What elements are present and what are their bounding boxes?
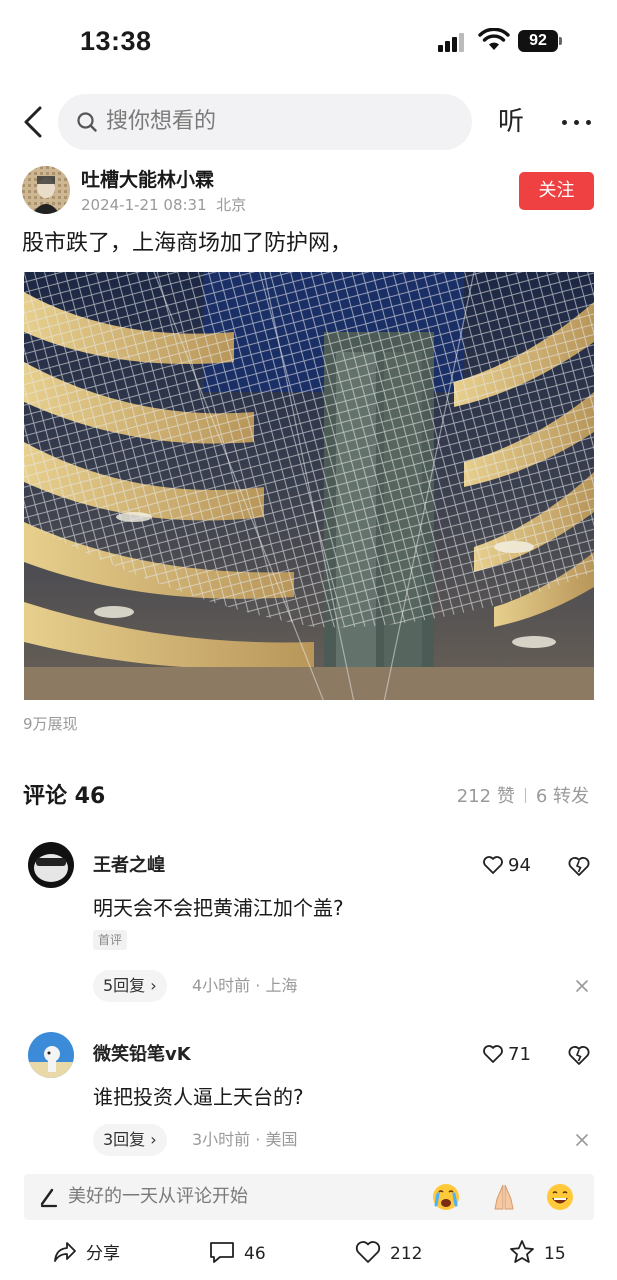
post-image[interactable] <box>24 272 594 700</box>
search-icon <box>77 112 97 132</box>
comment-username[interactable]: 王者之崲 <box>93 854 165 878</box>
post-meta: 2024-1-21 08:31 北京 <box>81 195 246 215</box>
comment-text: 谁把投资人逼上天台的? <box>93 1085 304 1109</box>
comment-meta: 3小时前 · 美国 <box>192 1130 298 1149</box>
pen-icon <box>40 1188 58 1208</box>
comments-title: 评论 46 <box>23 784 106 809</box>
post-date: 2024-1-21 08:31 <box>81 196 207 214</box>
crying-emoji-icon[interactable] <box>430 1181 462 1213</box>
more-icon[interactable] <box>560 112 594 132</box>
broken-heart-icon[interactable] <box>567 854 591 878</box>
comment-username[interactable]: 微笑铅笔vK <box>93 1043 191 1067</box>
favorite-button[interactable]: 15 <box>508 1238 566 1272</box>
post-location: 北京 <box>216 196 247 214</box>
post-text: 股市跌了，上海商场加了防护网， <box>22 231 353 256</box>
heart-icon <box>483 856 503 874</box>
comment-meta: 4小时前 · 上海 <box>192 976 298 995</box>
shares-summary[interactable]: 6 转发 <box>536 786 589 807</box>
signal-icon <box>438 32 468 52</box>
share-label: 分享 <box>86 1244 120 1264</box>
broken-heart-icon[interactable] <box>567 1043 591 1067</box>
laughing-emoji-icon[interactable] <box>544 1181 576 1213</box>
comments-stats: 212 赞 6 转发 <box>457 785 589 809</box>
back-icon[interactable] <box>20 104 50 140</box>
author-avatar[interactable] <box>22 166 70 214</box>
stats-divider <box>524 788 526 803</box>
battery-level: 92 <box>518 30 558 52</box>
praying-hands-icon[interactable] <box>488 1181 520 1213</box>
comment-count: 46 <box>244 1244 266 1264</box>
close-icon[interactable] <box>574 1132 590 1148</box>
share-button[interactable]: 分享 <box>52 1238 120 1272</box>
comment-like-button[interactable]: 71 <box>482 1043 531 1067</box>
search-input[interactable]: 搜你想看的 <box>58 94 472 150</box>
comment-input-placeholder: 美好的一天从评论开始 <box>68 1186 248 1207</box>
battery-tip <box>559 37 562 45</box>
heart-icon <box>483 1045 503 1063</box>
star-icon <box>510 1240 534 1263</box>
like-count: 212 <box>390 1244 423 1264</box>
likes-summary[interactable]: 212 赞 <box>457 786 515 807</box>
comment-like-count: 71 <box>508 1044 531 1065</box>
heart-icon <box>355 1241 381 1263</box>
comment-input[interactable]: 美好的一天从评论开始 <box>24 1174 594 1220</box>
comment-icon <box>210 1242 234 1263</box>
comment-button[interactable]: 46 <box>208 1238 266 1272</box>
comment-text: 明天会不会把黄浦江加个盖? <box>93 896 344 920</box>
search-placeholder: 搜你想看的 <box>106 109 217 134</box>
listen-button[interactable]: 听 <box>498 104 524 140</box>
view-count: 9万展现 <box>23 715 78 733</box>
comment-like-count: 94 <box>508 855 531 876</box>
author-name[interactable]: 吐槽大能林小霖 <box>81 168 214 192</box>
comment-avatar[interactable] <box>28 1032 74 1078</box>
close-icon[interactable] <box>574 978 590 994</box>
status-bar: 13:38 92 <box>0 0 617 86</box>
comment-avatar[interactable] <box>28 842 74 888</box>
wifi-icon <box>478 28 510 50</box>
like-button[interactable]: 212 <box>354 1238 422 1272</box>
replies-button[interactable]: 3回复 › <box>93 1124 167 1156</box>
follow-button[interactable]: 关注 <box>519 172 594 210</box>
comment-like-button[interactable]: 94 <box>482 854 531 878</box>
share-icon <box>54 1242 76 1262</box>
replies-button[interactable]: 5回复 › <box>93 970 167 1002</box>
status-time: 13:38 <box>80 26 152 56</box>
first-comment-tag: 首评 <box>93 930 128 950</box>
favorite-count: 15 <box>544 1244 566 1264</box>
